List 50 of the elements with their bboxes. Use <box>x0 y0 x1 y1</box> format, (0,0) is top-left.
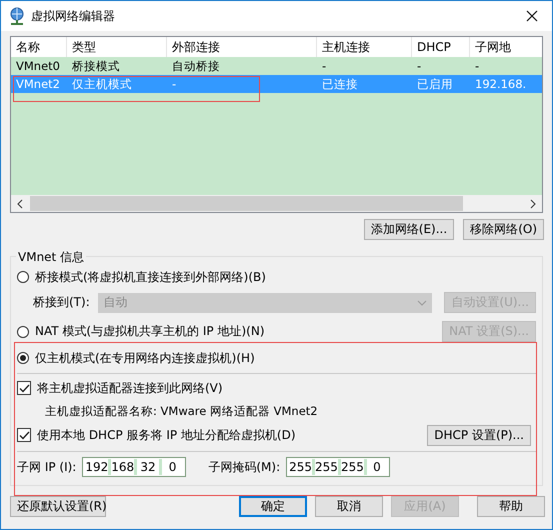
table-cell-text: 自动桥接 <box>171 58 221 75</box>
dialog-button[interactable]: 还原默认设置(R) <box>10 496 106 517</box>
table-cell-text: 192.168. <box>474 76 528 93</box>
radio-button[interactable] <box>17 326 29 338</box>
table-cell-text: VMnet2 <box>15 76 61 93</box>
checkbox-label: 使用本地 DHCP 服务将 IP 地址分配给虚拟机(D) <box>37 426 297 444</box>
table-cell-text: - <box>416 58 422 75</box>
radio-label: 桥接模式(将虚拟机直接连接到外部网络)(B) <box>35 268 266 286</box>
column-header[interactable]: 类型 <box>67 37 167 57</box>
radio-label: 仅主机模式(在专用网络内连接虚拟机)(H) <box>35 350 255 366</box>
dialog-button[interactable]: 帮助 <box>477 496 545 517</box>
checkbox[interactable] <box>17 428 31 442</box>
scroll-right-icon[interactable] <box>529 198 537 208</box>
ip-field[interactable]: 192 168 32 0 <box>82 457 186 477</box>
column-header[interactable]: 主机连接 <box>317 37 412 57</box>
window-title: 虚拟网络编辑器 <box>31 8 116 24</box>
checkbox[interactable] <box>17 381 31 395</box>
ip-field[interactable]: 255 255 255 0 <box>286 457 390 477</box>
column-header[interactable]: 外部连接 <box>167 37 317 57</box>
radio-label: NAT 模式(与虚拟机共享主机的 IP 地址)(N) <box>35 323 266 340</box>
table-cell-text: - <box>321 58 328 75</box>
table-cell-text: 桥接模式 <box>71 58 121 75</box>
column-header[interactable]: DHCP <box>412 37 470 57</box>
table-cell-text: VMnet0 <box>15 58 61 75</box>
adapter-name-text: 主机虚拟适配器名称: VMware 网络适配器 VMnet2 <box>45 404 318 418</box>
group-title: VMnet 信息 <box>16 249 86 266</box>
table-cell-text: - <box>474 58 480 75</box>
table-cell-text: 已连接 <box>321 76 359 93</box>
table-cell-text: 仅主机模式 <box>71 76 133 93</box>
field-label: 子网 IP (I): <box>17 458 76 476</box>
network-globe-icon <box>9 7 25 25</box>
radio-button[interactable] <box>17 352 29 364</box>
table-cell-text: - <box>171 76 178 93</box>
table-cell-text: 已启用 <box>416 76 454 93</box>
dialog-button[interactable]: 确定 <box>239 496 307 517</box>
dhcp-settings-button[interactable]: DHCP 设置(P)... <box>427 424 531 446</box>
list-button[interactable]: 添加网络(E)... <box>364 219 454 240</box>
dialog-button[interactable]: 取消 <box>315 496 383 517</box>
horizontal-scrollbar[interactable] <box>11 195 542 212</box>
column-header[interactable]: 子网地 <box>470 37 542 57</box>
checkbox-label: 将主机虚拟适配器连接到此网络(V) <box>37 380 223 396</box>
scroll-left-icon[interactable] <box>16 198 24 208</box>
column-header[interactable]: 名称 <box>11 37 67 57</box>
radio-button[interactable] <box>17 271 29 283</box>
field-label: 子网掩码(M): <box>208 458 280 476</box>
table-row[interactable]: VMnet0 桥接模式 自动桥接 - - - <box>11 57 542 75</box>
chevron-down-icon <box>417 300 428 306</box>
field-label: 桥接到(T): <box>33 294 91 311</box>
close-icon[interactable] <box>526 10 538 22</box>
list-button[interactable]: 移除网络(O) <box>463 219 544 240</box>
